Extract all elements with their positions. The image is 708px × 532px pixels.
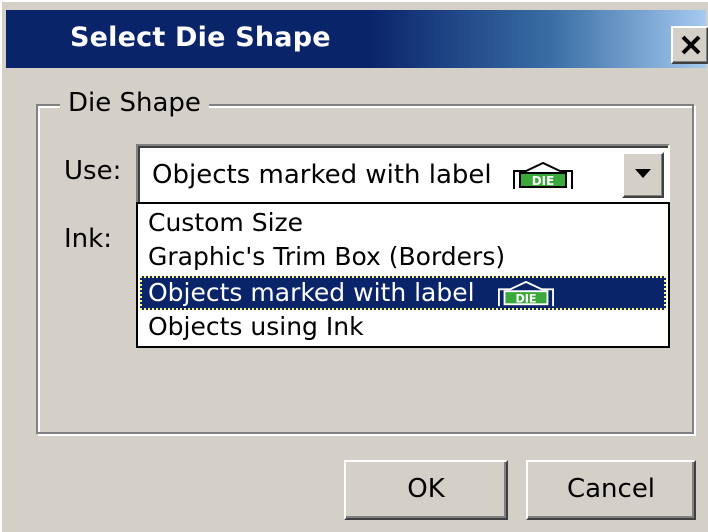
groupbox-legend: Die Shape <box>60 88 209 118</box>
use-dropdown-list[interactable]: Custom Size Graphic's Trim Box (Borders)… <box>136 202 670 348</box>
dropdown-item-using-ink[interactable]: Objects using Ink <box>140 310 666 344</box>
close-button[interactable] <box>671 26 708 64</box>
select-die-shape-dialog: Select Die Shape Die Shape Use: Ink: Obj… <box>0 0 708 532</box>
use-combobox-value-text: Objects marked with label <box>152 160 492 190</box>
window-title: Select Die Shape <box>70 22 331 53</box>
title-bar[interactable]: Select Die Shape <box>6 10 708 68</box>
svg-text:DIE: DIE <box>532 174 555 188</box>
chevron-down-icon <box>635 169 651 178</box>
dropdown-item-label: Objects using Ink <box>148 312 364 341</box>
die-label-icon: DIE <box>512 161 573 189</box>
dropdown-item-marked-with-label[interactable]: Objects marked with label DIE <box>140 276 666 310</box>
close-x-icon <box>681 35 701 55</box>
use-label: Use: <box>64 156 122 186</box>
use-combobox[interactable]: Objects marked with label DIE <box>136 144 670 204</box>
dropdown-item-trim-box[interactable]: Graphic's Trim Box (Borders) <box>140 240 666 274</box>
dropdown-item-label: Objects marked with label <box>148 278 475 307</box>
dropdown-item-custom-size[interactable]: Custom Size <box>140 206 666 240</box>
dropdown-item-label: Custom Size <box>148 208 304 237</box>
dropdown-item-label: Graphic's Trim Box (Borders) <box>148 242 506 271</box>
use-combobox-value: Objects marked with label DIE <box>152 160 574 191</box>
die-label-icon: DIE <box>497 280 554 307</box>
ink-label: Ink: <box>64 224 112 254</box>
cancel-button[interactable]: Cancel <box>526 460 696 520</box>
combobox-dropdown-button[interactable] <box>622 152 664 198</box>
ok-button[interactable]: OK <box>344 460 508 520</box>
svg-text:DIE: DIE <box>515 292 536 305</box>
